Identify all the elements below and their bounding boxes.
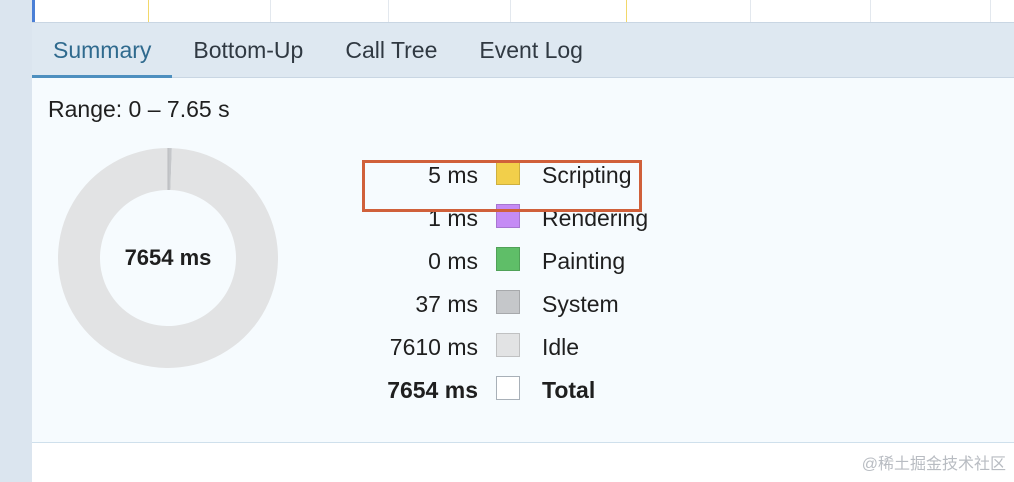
legend-label: System [542,291,619,317]
summary-panel: Range: 0 – 7.65 s 7654 ms 5 ms Scripting… [32,78,1014,443]
legend-label: Idle [542,334,580,360]
legend-row-idle: 7610 ms Idle [362,327,702,370]
legend-swatch [496,247,520,271]
timeline-gridline [990,0,991,22]
timeline-gridline [388,0,389,22]
legend-value: 37 ms [415,291,478,317]
legend-swatch [496,333,520,357]
tab-call-tree[interactable]: Call Tree [324,23,458,77]
legend-row-painting: 0 ms Painting [362,241,702,284]
timeline-gridline [750,0,751,22]
left-gutter [0,0,33,482]
legend-swatch [496,290,520,314]
legend-label-total: Total [542,377,596,403]
donut-total-label: 7654 ms [124,245,212,270]
tab-event-log[interactable]: Event Log [458,23,604,77]
legend-row-total: 7654 ms Total [362,370,702,413]
timeline-selection-edge [32,0,35,22]
timeline-marker [626,0,627,22]
range-label: Range: 0 – 7.65 s [48,96,230,122]
legend-value: 0 ms [428,248,478,274]
timeline-gridline [870,0,871,22]
timeline-overview[interactable] [32,0,1014,23]
legend-label: Painting [542,248,626,274]
details-tab-bar: Summary Bottom-Up Call Tree Event Log [32,23,1014,78]
timeline-gridline [270,0,271,22]
performance-panel: Summary Bottom-Up Call Tree Event Log Ra… [0,0,1014,482]
summary-donut-chart: 7654 ms [58,148,278,368]
tab-bottom-up[interactable]: Bottom-Up [172,23,324,77]
legend-value: 7610 ms [389,334,478,360]
legend-swatch-total [496,376,520,400]
timeline-gridline [510,0,511,22]
tab-summary[interactable]: Summary [32,23,173,78]
timeline-marker [148,0,149,22]
legend-value-total: 7654 ms [387,377,478,403]
annotation-highlight-box [362,160,642,212]
watermark: @稀土掘金技术社区 [861,456,1006,473]
legend-row-system: 37 ms System [362,284,702,327]
